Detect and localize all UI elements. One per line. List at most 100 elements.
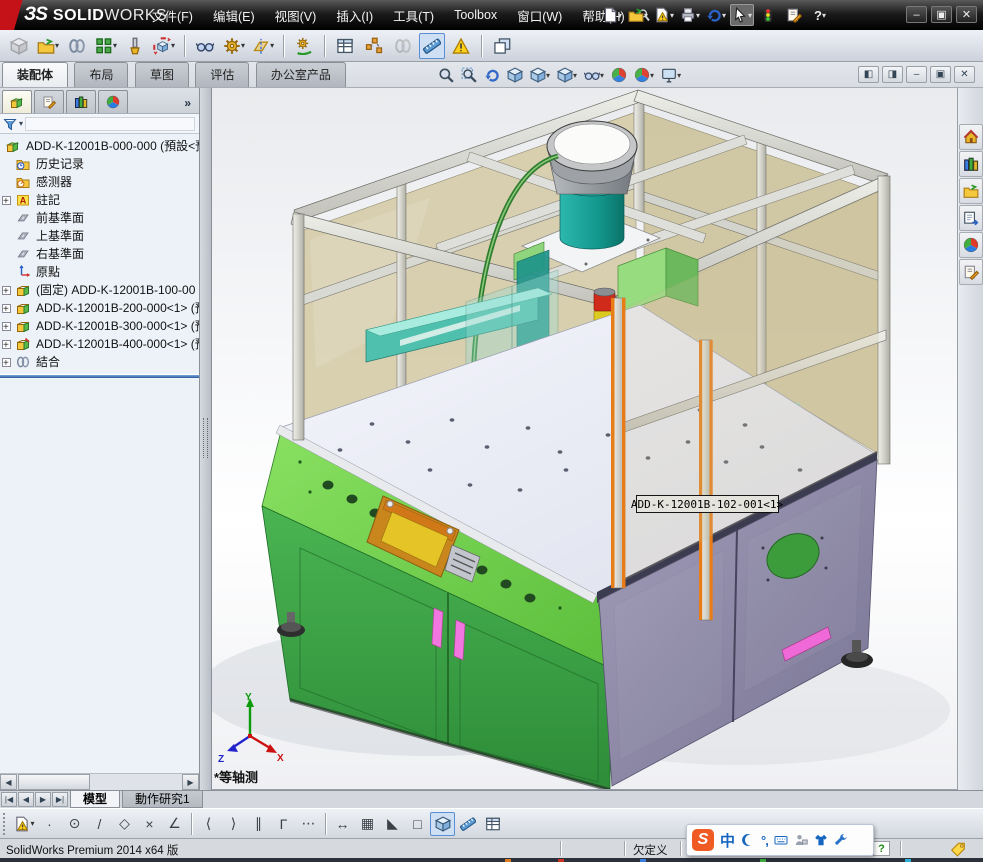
propertymanager-tab[interactable] [34,90,64,113]
prev-tab-button[interactable]: ◀ [18,792,34,807]
expand-icon[interactable] [2,196,11,205]
tree-item-front-plane[interactable]: 前基準面 [0,209,199,227]
tree-item-annotations[interactable]: 註記 [0,191,199,209]
exploded-view-button[interactable] [361,33,387,59]
tree-item-history[interactable]: 历史记录 [0,155,199,173]
large-assembly-mode-button[interactable] [448,33,474,59]
appearances-icon[interactable] [959,232,983,258]
expand-icon[interactable] [2,304,11,313]
edit-component-button[interactable] [6,33,32,59]
menu-edit[interactable]: 编辑(E) [203,0,265,30]
filter-icon[interactable] [3,117,17,131]
ime-punctuation-toggle[interactable]: °, [761,833,768,848]
tree-item-mates[interactable]: 結合 [0,353,199,371]
mate-button[interactable] [64,33,90,59]
tab-motion-study[interactable]: 動作研究1 [122,791,203,808]
new-motion-study-button[interactable] [291,33,317,59]
bill-of-materials-button[interactable] [332,33,358,59]
display-style-icon[interactable] [557,67,577,83]
doc-restore-button[interactable]: ▣ [930,66,951,83]
tree-item-component-300[interactable]: ADD-K-12001B-300-000<1> (預 [0,317,199,335]
tab-model[interactable]: 模型 [70,791,120,808]
move-component-button[interactable] [151,33,177,59]
take-snapshot-button[interactable] [489,33,515,59]
custom-properties-icon[interactable] [959,259,983,285]
design-library-icon[interactable] [959,151,983,177]
help-button[interactable]: ? [808,4,832,26]
previous-view-icon[interactable] [484,67,500,83]
panel-splitter[interactable] [200,88,212,790]
sketch-warning-icon[interactable] [12,812,37,836]
open-button[interactable] [626,4,650,26]
sogou-logo-icon[interactable]: S [692,829,714,851]
tab-assembly[interactable]: 装配体 [2,62,68,87]
ime-skin-icon[interactable] [814,833,828,847]
tag-icon[interactable] [950,841,966,857]
edit-appearance-icon[interactable] [611,67,627,83]
measure-icon[interactable] [455,812,480,836]
expand-icon[interactable] [2,286,11,295]
toolbar-grip[interactable] [3,813,8,835]
tab-evaluate[interactable]: 评估 [195,62,249,87]
undo-button[interactable] [704,4,728,26]
menu-file[interactable]: 文件(F) [142,0,203,30]
reference-geometry-button[interactable] [250,33,276,59]
resources-home-icon[interactable] [959,124,983,150]
scroll-left-button[interactable]: ◀ [0,774,17,790]
tree-item-origin[interactable]: 原點 [0,263,199,281]
parallel-snap-icon[interactable]: ∥ [246,812,271,836]
point-snap-icon[interactable]: · [37,812,62,836]
zoom-to-area-icon[interactable] [461,67,477,83]
menu-view[interactable]: 视图(V) [265,0,327,30]
tree-item-component-400[interactable]: ADD-K-12001B-400-000<1> (預 [0,335,199,353]
tab-office-products[interactable]: 办公室产品 [256,62,346,87]
file-properties-button[interactable] [782,4,806,26]
menu-toolbox[interactable]: Toolbox [444,1,507,29]
panel-tabs-overflow-button[interactable]: » [184,96,197,113]
view-orientation-icon[interactable] [530,67,550,83]
last-tab-button[interactable]: ▶| [52,792,68,807]
explode-line-sketch-button[interactable] [390,33,416,59]
filter-input[interactable] [25,117,195,131]
doc-minimize-button[interactable]: – [906,66,927,83]
angle-snap-icon[interactable]: ∠ [162,812,187,836]
configurationmanager-tab[interactable] [66,90,96,113]
linear-component-pattern-button[interactable] [93,33,119,59]
scrollbar-thumb[interactable] [18,774,90,790]
status-help-button[interactable]: ? [873,841,890,856]
section-view-icon[interactable] [507,67,523,83]
menu-insert[interactable]: 插入(I) [326,0,383,30]
machine-3d-model[interactable]: ADD-K-12001B-102-001<1> Y X Z *等轴测 [212,88,957,790]
tab-layout[interactable]: 布局 [74,62,128,87]
new-document-button[interactable] [600,4,624,26]
menu-tools[interactable]: 工具(T) [383,0,444,30]
instant3d-button[interactable] [419,33,445,59]
intersection-snap-icon[interactable]: × [137,812,162,836]
first-tab-button[interactable]: |◀ [1,792,17,807]
shaded-with-edges-icon[interactable] [430,812,455,836]
minimize-button[interactable]: – [906,6,927,23]
menu-window[interactable]: 窗口(W) [507,0,572,30]
hide-show-items-icon[interactable] [584,67,604,83]
insert-components-button[interactable] [35,33,61,59]
tree-item-component-200[interactable]: ADD-K-12001B-200-000<1> (預 [0,299,199,317]
scroll-right-button[interactable]: ▶ [182,774,199,790]
ime-account-icon[interactable] [794,833,808,847]
grid-snap-icon[interactable]: ▦ [355,812,380,836]
points-hv-snap-icon[interactable]: ⋯ [296,812,321,836]
save-button[interactable] [652,4,676,26]
quadrant-snap-icon[interactable]: ◇ [112,812,137,836]
zoom-to-fit-icon[interactable] [438,67,454,83]
tree-root[interactable]: ADD-K-12001B-000-000 (預設<預 [0,137,199,155]
apply-scene-icon[interactable] [634,67,654,83]
rebuild-button[interactable] [756,4,780,26]
displaymanager-tab[interactable] [98,90,128,113]
view-settings-icon[interactable] [661,67,681,83]
print-button[interactable] [678,4,702,26]
tree-item-sensors[interactable]: 感测器 [0,173,199,191]
expand-icon[interactable] [2,340,11,349]
file-explorer-icon[interactable] [959,178,983,204]
next-tab-button[interactable]: ▶ [35,792,51,807]
center-snap-icon[interactable]: ⊙ [62,812,87,836]
ime-keyboard-icon[interactable] [774,833,788,847]
